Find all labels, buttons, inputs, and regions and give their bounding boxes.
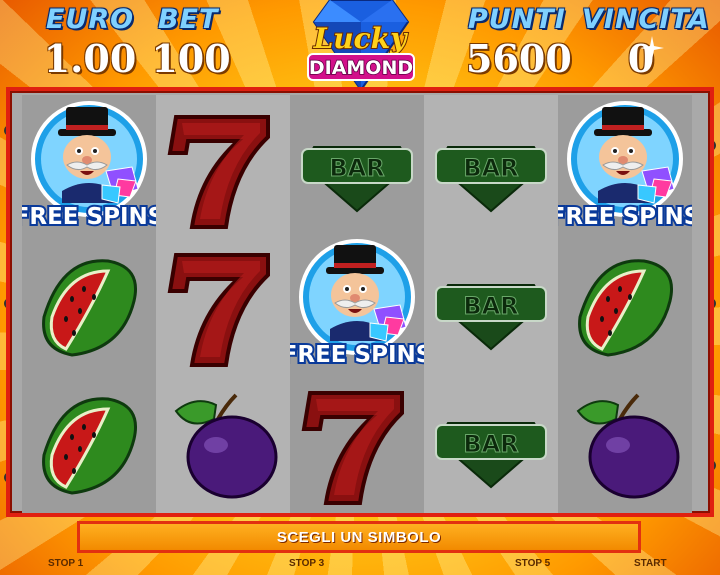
stop-3-button[interactable]: STOP 3 <box>289 558 324 569</box>
reel-1: FREE SPINS <box>22 95 156 513</box>
reel-3: BAR FREE SPINS <box>290 95 424 513</box>
svg-text:FREE SPINS: FREE SPINS <box>290 342 424 368</box>
free-spins-symbol[interactable]: FREE SPINS <box>290 237 424 375</box>
message-text: SCEGLI UN SIMBOLO <box>276 528 442 546</box>
logo-diamond-text: DIAMOND <box>309 57 413 79</box>
free-spins-symbol[interactable]: FREE SPINS <box>558 99 692 237</box>
seven-symbol[interactable] <box>156 237 290 375</box>
message-bar: SCEGLI UN SIMBOLO <box>77 521 641 553</box>
bet-label: BET <box>158 4 219 35</box>
svg-text:FREE SPINS: FREE SPINS <box>22 204 156 230</box>
lucky-diamond-logo: Lucky DIAMOND <box>300 0 422 90</box>
svg-text:BAR: BAR <box>463 154 518 182</box>
bar-symbol[interactable]: BAR <box>290 99 424 237</box>
free-spins-symbol[interactable]: FREE SPINS <box>22 99 156 237</box>
svg-text:BAR: BAR <box>463 292 518 320</box>
reels-board: FREE SPINS BAR <box>6 87 714 517</box>
bar-symbol[interactable]: BAR <box>424 237 558 375</box>
stop-5-button[interactable]: STOP 5 <box>515 558 550 569</box>
punti-label: PUNTI <box>468 4 566 35</box>
svg-text:BAR: BAR <box>329 154 384 182</box>
sparkle-icon <box>640 36 664 60</box>
reel-5: FREE SPINS <box>558 95 692 513</box>
reel-2 <box>156 95 290 513</box>
watermelon-symbol[interactable] <box>22 237 156 375</box>
svg-text:FREE SPINS: FREE SPINS <box>558 204 692 230</box>
watermelon-symbol[interactable] <box>558 237 692 375</box>
bet-value: 100 <box>151 36 231 81</box>
euro-value: 1.00 <box>43 36 137 81</box>
stop-1-button[interactable]: STOP 1 <box>48 558 83 569</box>
reel-4: BAR BAR BAR <box>424 95 558 513</box>
svg-text:BAR: BAR <box>463 430 518 458</box>
bar-symbol[interactable]: BAR <box>424 99 558 237</box>
punti-value: 5600 <box>466 36 572 81</box>
seven-symbol[interactable] <box>290 375 424 513</box>
logo-lucky-text: Lucky <box>313 22 408 55</box>
plum-symbol[interactable] <box>558 375 692 513</box>
seven-symbol[interactable] <box>156 99 290 237</box>
plum-symbol[interactable] <box>156 375 290 513</box>
euro-label: EURO <box>46 4 135 35</box>
watermelon-symbol[interactable] <box>22 375 156 513</box>
start-button[interactable]: START <box>634 558 667 569</box>
bar-symbol[interactable]: BAR <box>424 375 558 513</box>
vincita-label: VINCITA <box>582 4 710 35</box>
